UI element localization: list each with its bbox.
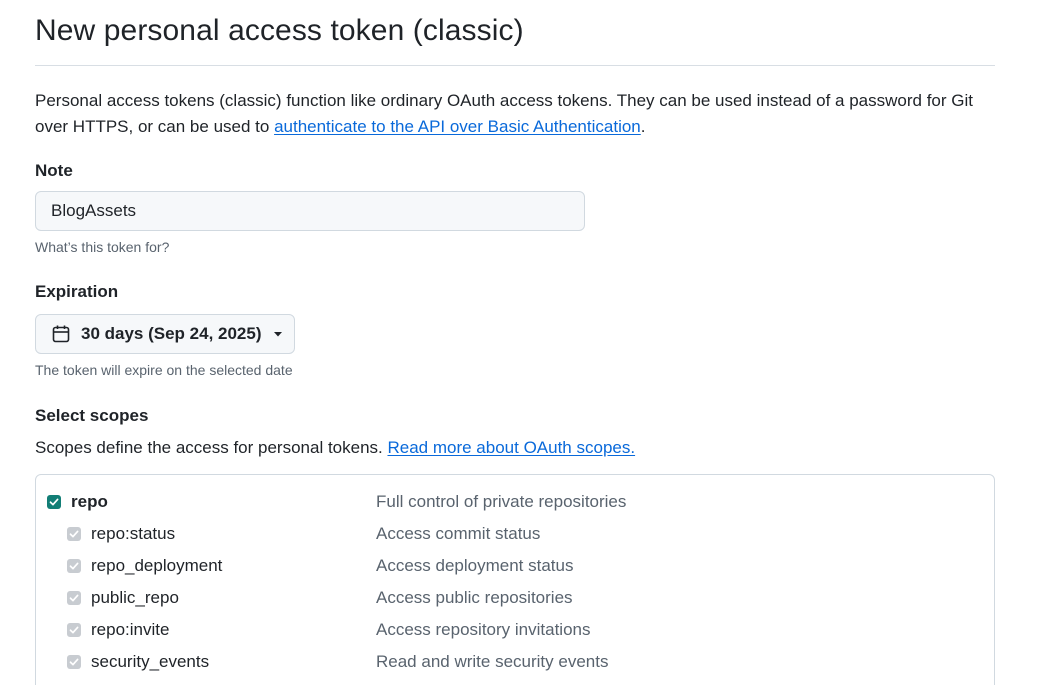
scope-row-repo-invite: repo:invite Access repository invitation… — [36, 618, 994, 642]
scope-description: Read and write security events — [376, 652, 609, 671]
scope-name: public_repo — [91, 588, 179, 607]
scope-name: repo:invite — [91, 620, 170, 639]
check-icon — [69, 658, 79, 666]
expiration-label: Expiration — [35, 282, 119, 301]
check-icon — [69, 594, 79, 602]
intro-paragraph: Personal access tokens (classic) functio… — [35, 88, 995, 140]
oauth-scopes-link[interactable]: Read more about OAuth scopes. — [387, 438, 635, 457]
expiration-dropdown-button[interactable]: 30 days (Sep 24, 2025) — [35, 314, 295, 354]
scope-name: security_events — [91, 652, 210, 671]
check-icon — [69, 626, 79, 634]
scope-description: Access commit status — [376, 524, 541, 543]
check-icon — [69, 530, 79, 538]
calendar-icon — [51, 324, 71, 344]
scope-row-public-repo: public_repo Access public repositories — [36, 586, 994, 610]
scopes-label: Select scopes — [35, 406, 149, 425]
scope-description: Access deployment status — [376, 556, 574, 575]
title-divider — [35, 65, 995, 66]
page-title: New personal access token (classic) — [35, 14, 524, 47]
scope-checkbox-repo-invite[interactable] — [67, 623, 81, 637]
scopes-description: Scopes define the access for personal to… — [35, 438, 635, 458]
intro-trailing: . — [640, 117, 646, 136]
scope-checkbox-security-events[interactable] — [67, 655, 81, 669]
scope-checkbox-public-repo[interactable] — [67, 591, 81, 605]
scope-description: Access repository invitations — [376, 620, 591, 639]
scopes-description-text: Scopes define the access for personal to… — [35, 438, 388, 457]
scopes-list: repo Full control of private repositorie… — [35, 474, 995, 685]
scope-row-repo: repo Full control of private repositorie… — [36, 490, 994, 514]
scope-name: repo_deployment — [91, 556, 223, 575]
scope-checkbox-repo[interactable] — [47, 495, 61, 509]
note-input[interactable] — [35, 191, 585, 231]
note-label: Note — [35, 161, 73, 180]
check-icon — [69, 562, 79, 570]
check-icon — [49, 498, 59, 506]
expiration-hint: The token will expire on the selected da… — [35, 362, 293, 378]
scope-name: repo — [71, 492, 108, 511]
scope-description: Access public repositories — [376, 588, 573, 607]
scope-name: repo:status — [91, 524, 176, 543]
scope-checkbox-repo-status[interactable] — [67, 527, 81, 541]
scope-checkbox-repo-deployment[interactable] — [67, 559, 81, 573]
basic-auth-link[interactable]: authenticate to the API over Basic Authe… — [274, 117, 641, 136]
scope-row-repo-deployment: repo_deployment Access deployment status — [36, 554, 994, 578]
scope-row-repo-status: repo:status Access commit status — [36, 522, 994, 546]
scope-description: Full control of private repositories — [376, 492, 627, 511]
note-hint: What’s this token for? — [35, 239, 170, 255]
expiration-selected-value: 30 days (Sep 24, 2025) — [81, 324, 262, 343]
caret-down-icon — [272, 328, 284, 340]
scope-row-security-events: security_events Read and write security … — [36, 650, 994, 674]
